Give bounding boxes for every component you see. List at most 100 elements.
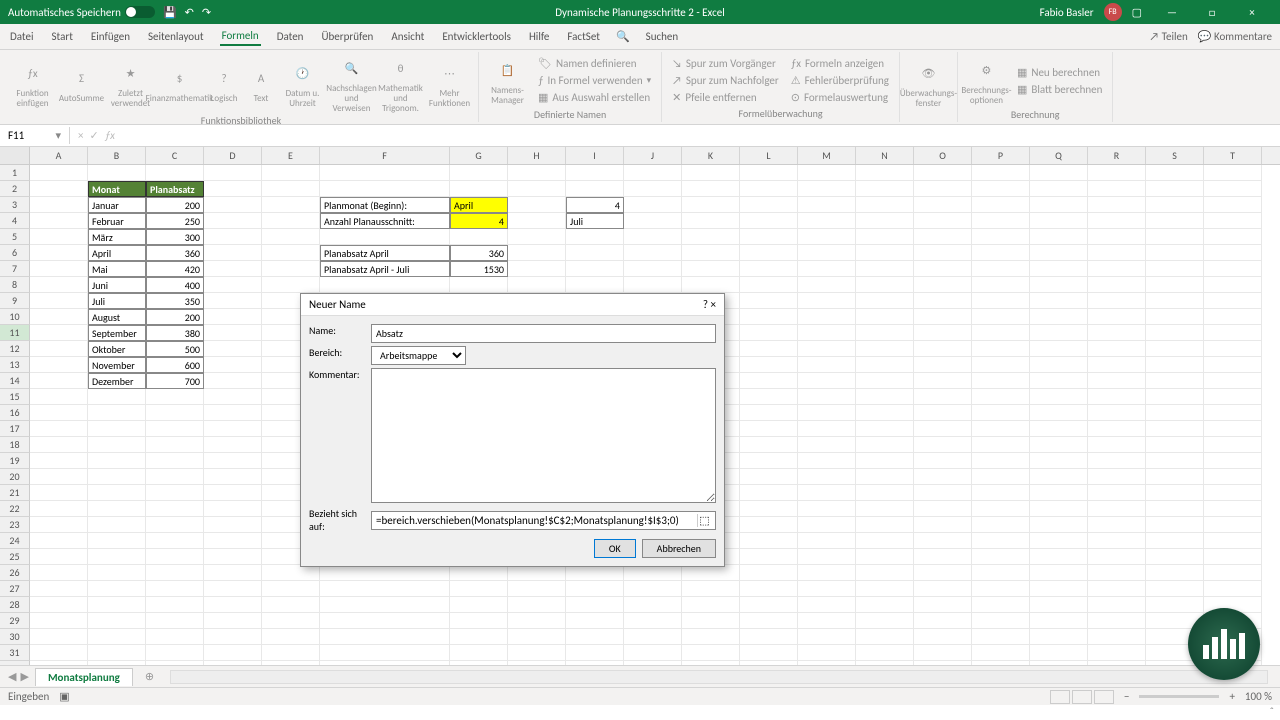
- name-box[interactable]: F11▾: [0, 127, 70, 144]
- cell[interactable]: [1088, 613, 1146, 629]
- cell[interactable]: [204, 293, 262, 309]
- cell[interactable]: [1030, 565, 1088, 581]
- cell[interactable]: [1204, 293, 1262, 309]
- cell[interactable]: [798, 453, 856, 469]
- cell[interactable]: [798, 597, 856, 613]
- cell[interactable]: [972, 341, 1030, 357]
- cell[interactable]: [88, 629, 146, 645]
- col-header[interactable]: C: [146, 147, 204, 164]
- cell[interactable]: [1088, 437, 1146, 453]
- cell[interactable]: [508, 565, 566, 581]
- cell[interactable]: [682, 245, 740, 261]
- cell[interactable]: [1204, 373, 1262, 389]
- cell[interactable]: [1146, 277, 1204, 293]
- cell[interactable]: [1146, 501, 1204, 517]
- cell[interactable]: [914, 501, 972, 517]
- cancel-button[interactable]: Abbrechen: [642, 539, 716, 558]
- cell[interactable]: [1088, 549, 1146, 565]
- cell[interactable]: [798, 181, 856, 197]
- cell[interactable]: [320, 565, 450, 581]
- cell[interactable]: [798, 261, 856, 277]
- tab-daten[interactable]: Daten: [275, 28, 306, 45]
- cell[interactable]: [682, 645, 740, 661]
- cell[interactable]: [856, 501, 914, 517]
- cell[interactable]: [914, 309, 972, 325]
- cell[interactable]: [146, 661, 204, 665]
- cell[interactable]: [204, 581, 262, 597]
- cell[interactable]: [1204, 309, 1262, 325]
- row-header[interactable]: 17: [0, 421, 30, 437]
- cell[interactable]: [972, 645, 1030, 661]
- cell[interactable]: [798, 421, 856, 437]
- cell[interactable]: [204, 645, 262, 661]
- cell[interactable]: [972, 261, 1030, 277]
- cell[interactable]: November: [88, 357, 146, 373]
- cell[interactable]: [262, 565, 320, 581]
- cell[interactable]: [1146, 565, 1204, 581]
- cell[interactable]: [740, 197, 798, 213]
- cell[interactable]: [1204, 165, 1262, 181]
- cell[interactable]: [798, 501, 856, 517]
- col-header[interactable]: N: [856, 147, 914, 164]
- collapse-ribbon-icon[interactable]: ˆ: [1270, 705, 1274, 718]
- cell[interactable]: [624, 661, 682, 665]
- cell[interactable]: [740, 469, 798, 485]
- remove-arrows-button[interactable]: ✕Pfeile entfernen: [668, 90, 783, 105]
- row-header[interactable]: 9: [0, 293, 30, 309]
- define-name-button[interactable]: 🏷Namen definieren: [534, 56, 655, 71]
- cell[interactable]: [624, 277, 682, 293]
- cell[interactable]: [624, 181, 682, 197]
- col-header[interactable]: E: [262, 147, 320, 164]
- cell[interactable]: [682, 629, 740, 645]
- cell[interactable]: [30, 325, 88, 341]
- cell[interactable]: [204, 229, 262, 245]
- cell[interactable]: [146, 549, 204, 565]
- error-check-button[interactable]: ⚠Fehlerüberprüfung: [787, 73, 893, 88]
- cell[interactable]: [1204, 549, 1262, 565]
- tab-entwicklertools[interactable]: Entwicklertools: [440, 28, 513, 45]
- cell[interactable]: [798, 325, 856, 341]
- cell[interactable]: [1204, 181, 1262, 197]
- cell[interactable]: [740, 325, 798, 341]
- cell[interactable]: 1530: [450, 261, 508, 277]
- cell[interactable]: 400: [146, 277, 204, 293]
- cell[interactable]: [972, 373, 1030, 389]
- cell[interactable]: [740, 613, 798, 629]
- cell[interactable]: [1030, 277, 1088, 293]
- cell[interactable]: [740, 341, 798, 357]
- trace-dependents-button[interactable]: ↗Spur zum Nachfolger: [668, 73, 783, 88]
- cell[interactable]: [450, 661, 508, 665]
- cell[interactable]: [1088, 517, 1146, 533]
- cell[interactable]: [30, 453, 88, 469]
- cell[interactable]: [682, 661, 740, 665]
- cell[interactable]: [914, 597, 972, 613]
- cell[interactable]: [624, 613, 682, 629]
- row-header[interactable]: 5: [0, 229, 30, 245]
- cell[interactable]: [856, 389, 914, 405]
- cell[interactable]: [798, 277, 856, 293]
- cell[interactable]: 4: [450, 213, 508, 229]
- cell[interactable]: [1146, 341, 1204, 357]
- row-header[interactable]: 14: [0, 373, 30, 389]
- math-button[interactable]: θMathematik und Trigonom.: [378, 52, 423, 116]
- save-icon[interactable]: 💾: [163, 6, 177, 19]
- cell[interactable]: [30, 645, 88, 661]
- cell[interactable]: [320, 629, 450, 645]
- cell[interactable]: [798, 645, 856, 661]
- user-avatar[interactable]: FB: [1104, 3, 1122, 21]
- cell[interactable]: [1030, 437, 1088, 453]
- cell[interactable]: [30, 213, 88, 229]
- cell[interactable]: [204, 309, 262, 325]
- cell[interactable]: [1088, 181, 1146, 197]
- cell[interactable]: [798, 357, 856, 373]
- cell[interactable]: [972, 437, 1030, 453]
- cell[interactable]: [1030, 421, 1088, 437]
- cell[interactable]: [914, 405, 972, 421]
- cell[interactable]: [1030, 517, 1088, 533]
- cell[interactable]: [740, 229, 798, 245]
- cell[interactable]: [320, 661, 450, 665]
- cell[interactable]: [856, 533, 914, 549]
- cell[interactable]: [1204, 325, 1262, 341]
- cell[interactable]: [798, 373, 856, 389]
- cell[interactable]: [262, 645, 320, 661]
